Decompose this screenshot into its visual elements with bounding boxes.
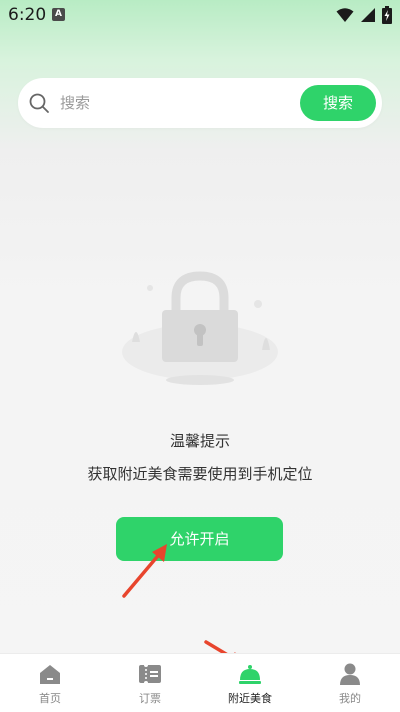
status-time: 6:20: [8, 5, 47, 25]
lock-illustration: [122, 271, 278, 385]
search-bar: 搜索: [18, 78, 382, 128]
status-bar: 6:20 A: [0, 0, 400, 30]
tab-home[interactable]: 首页: [0, 654, 100, 712]
food-bell-icon: [239, 665, 261, 684]
status-indicators: [336, 6, 392, 24]
tab-nearby-food-label: 附近美食: [228, 692, 272, 705]
signal-icon: [361, 8, 375, 22]
tab-profile-label: 我的: [339, 692, 361, 705]
notice-description: 获取附近美食需要使用到手机定位: [87, 465, 313, 483]
annotation-arrow-icon: [122, 544, 167, 598]
notification-icon: A: [52, 8, 65, 21]
home-icon: [40, 665, 60, 684]
profile-icon: [340, 663, 360, 685]
tab-profile[interactable]: 我的: [300, 654, 400, 712]
tab-nearby-food[interactable]: 附近美食: [200, 654, 300, 712]
ticket-icon: [139, 663, 161, 685]
wifi-icon: [336, 8, 354, 22]
search-button[interactable]: 搜索: [300, 85, 376, 121]
battery-icon: [382, 6, 392, 24]
tab-home-label: 首页: [39, 692, 61, 705]
search-input[interactable]: [60, 90, 290, 116]
bottom-tab-bar: 首页 订票 附近美食 我的: [0, 653, 400, 712]
notice-title: 温馨提示: [169, 432, 230, 450]
search-icon: [29, 93, 49, 113]
tab-tickets-label: 订票: [139, 692, 161, 705]
tab-tickets[interactable]: 订票: [100, 654, 200, 712]
